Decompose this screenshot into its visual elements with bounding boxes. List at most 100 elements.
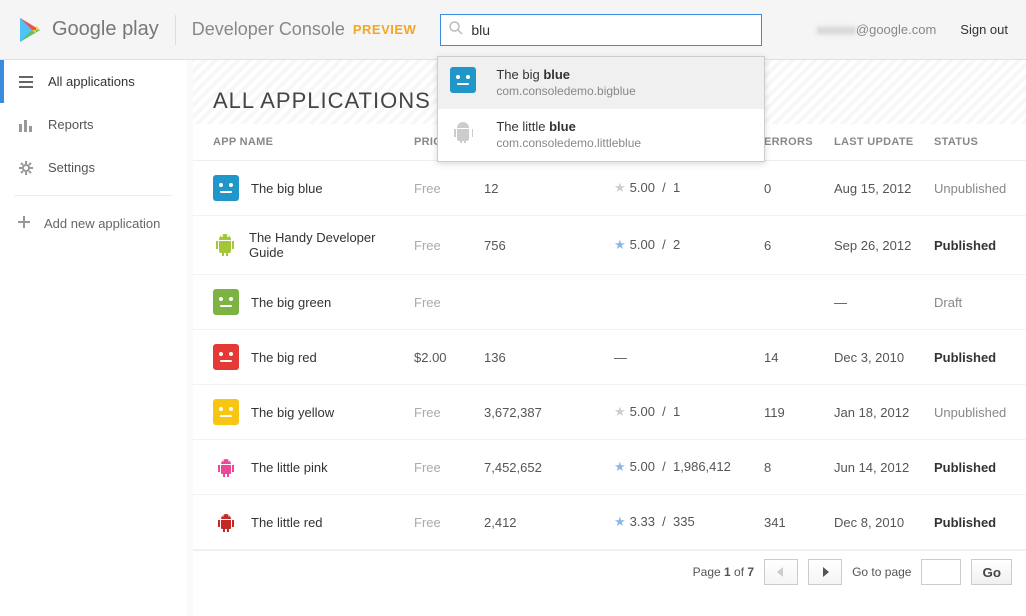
status-cell: Published <box>926 495 1026 550</box>
errors-cell: 341 <box>756 495 826 550</box>
table-row[interactable]: The big green Free —Draft <box>193 275 1026 330</box>
pager: Page 1 of 7 Go to page Go <box>193 550 1026 593</box>
status-cell: Published <box>926 440 1026 495</box>
app-name-cell: The little pink <box>213 454 398 480</box>
errors-cell: 6 <box>756 216 826 275</box>
table-row[interactable]: The big yellowFree3,672,387★5.00 / 1119J… <box>193 385 1026 440</box>
updated-cell: Jun 14, 2012 <box>826 440 926 495</box>
updated-cell: — <box>826 275 926 330</box>
pager-next-button[interactable] <box>808 559 842 585</box>
price-cell: Free <box>406 161 476 216</box>
installs-cell: 3,672,387 <box>476 385 606 440</box>
installs-cell: 12 <box>476 161 606 216</box>
col-app-name[interactable]: APP NAME <box>193 124 406 161</box>
brand-text: Google play <box>52 18 159 41</box>
header-right: xxxxxx@google.com Sign out <box>817 22 1008 37</box>
sidebar-item-settings[interactable]: Settings <box>0 146 187 189</box>
brand-play: play <box>122 18 159 40</box>
ac-title: The big blue <box>496 67 635 82</box>
table-row[interactable]: The little pinkFree7,452,652★5.00 / 1,98… <box>193 440 1026 495</box>
star-icon: ★ <box>614 180 626 195</box>
updated-cell: Dec 3, 2010 <box>826 330 926 385</box>
installs-cell: 756 <box>476 216 606 275</box>
rating-cell: — <box>606 330 756 385</box>
gear-icon <box>18 161 34 175</box>
ac-package: com.consoledemo.bigblue <box>496 84 635 98</box>
installs-cell: 2,412 <box>476 495 606 550</box>
search-wrap: The big bluecom.consoledemo.bigblueThe l… <box>440 14 762 46</box>
add-app-label: Add new application <box>44 216 160 231</box>
sidebar-item-label: Reports <box>48 117 94 132</box>
sidebar-item-reports[interactable]: Reports <box>0 103 187 146</box>
installs-cell <box>476 275 606 330</box>
goto-page-input[interactable] <box>921 559 961 585</box>
rating-cell: ★5.00 / 2 <box>606 216 756 275</box>
play-logo[interactable]: Google play <box>18 16 159 44</box>
robot-icon <box>213 454 239 480</box>
status-cell: Unpublished <box>926 161 1026 216</box>
app-name: The little pink <box>251 460 328 475</box>
sidebar-item-label: All applications <box>48 74 135 89</box>
status-cell: Draft <box>926 275 1026 330</box>
col-status[interactable]: STATUS <box>926 124 1026 161</box>
ac-package: com.consoledemo.littleblue <box>496 136 641 150</box>
play-store-icon <box>18 16 44 44</box>
price-cell: Free <box>406 216 476 275</box>
app-name: The big green <box>251 295 331 310</box>
app-name: The big yellow <box>251 405 334 420</box>
app-icon <box>213 344 239 370</box>
robot-icon <box>213 509 239 535</box>
apps-table: APP NAME PRICE ACTIVE INSTALLS AVG. RATI… <box>193 124 1026 550</box>
errors-cell <box>756 275 826 330</box>
updated-cell: Aug 15, 2012 <box>826 161 926 216</box>
errors-cell: 14 <box>756 330 826 385</box>
updated-cell: Sep 26, 2012 <box>826 216 926 275</box>
installs-cell: 136 <box>476 330 606 385</box>
price-cell: Free <box>406 275 476 330</box>
app-icon <box>213 399 239 425</box>
goto-label: Go to page <box>852 565 911 579</box>
sidebar-item-all-applications[interactable]: All applications <box>0 60 187 103</box>
rating-cell <box>606 275 756 330</box>
status-cell: Published <box>926 216 1026 275</box>
errors-cell: 8 <box>756 440 826 495</box>
app-name-cell: The big yellow <box>213 399 398 425</box>
price-cell: Free <box>406 385 476 440</box>
table-row[interactable]: The big blueFree12★5.00 / 10Aug 15, 2012… <box>193 161 1026 216</box>
rating-cell: ★5.00 / 1 <box>606 161 756 216</box>
app-name: The big blue <box>251 181 323 196</box>
user-email[interactable]: xxxxxx@google.com <box>817 22 936 37</box>
rating-cell: ★5.00 / 1 <box>606 385 756 440</box>
app-name: The big red <box>251 350 317 365</box>
table-row[interactable]: The big red$2.00136—14Dec 3, 2010Publish… <box>193 330 1026 385</box>
search-box[interactable] <box>440 14 762 46</box>
android-icon <box>213 232 237 258</box>
plus-icon <box>18 216 30 231</box>
table-row[interactable]: The little redFree2,412★3.33 / 335341Dec… <box>193 495 1026 550</box>
app-name-cell: The little red <box>213 509 398 535</box>
autocomplete-item[interactable]: The big blue com.consoledemo.bigblue <box>438 57 764 109</box>
pager-prev-button[interactable] <box>764 559 798 585</box>
autocomplete-item[interactable]: The little bluecom.consoledemo.littleblu… <box>438 109 764 161</box>
table-row[interactable]: The Handy Developer GuideFree756★5.00 / … <box>193 216 1026 275</box>
price-cell: $2.00 <box>406 330 476 385</box>
sidebar-item-label: Settings <box>48 160 95 175</box>
sidebar-separator <box>14 195 173 196</box>
android-icon <box>450 119 476 145</box>
search-input[interactable] <box>471 22 753 38</box>
price-cell: Free <box>406 440 476 495</box>
rating-cell: ★3.33 / 335 <box>606 495 756 550</box>
search-icon <box>449 21 463 38</box>
app-name: The little red <box>251 515 323 530</box>
go-button[interactable]: Go <box>971 559 1012 585</box>
bars-icon <box>18 118 34 132</box>
star-icon: ★ <box>614 514 626 529</box>
star-icon: ★ <box>614 459 626 474</box>
app-name-cell: The big red <box>213 344 398 370</box>
price-cell: Free <box>406 495 476 550</box>
status-cell: Unpublished <box>926 385 1026 440</box>
add-application-button[interactable]: Add new application <box>0 202 187 245</box>
col-errors[interactable]: ERRORS <box>756 124 826 161</box>
col-updated[interactable]: LAST UPDATE <box>826 124 926 161</box>
sign-out-link[interactable]: Sign out <box>960 22 1008 37</box>
